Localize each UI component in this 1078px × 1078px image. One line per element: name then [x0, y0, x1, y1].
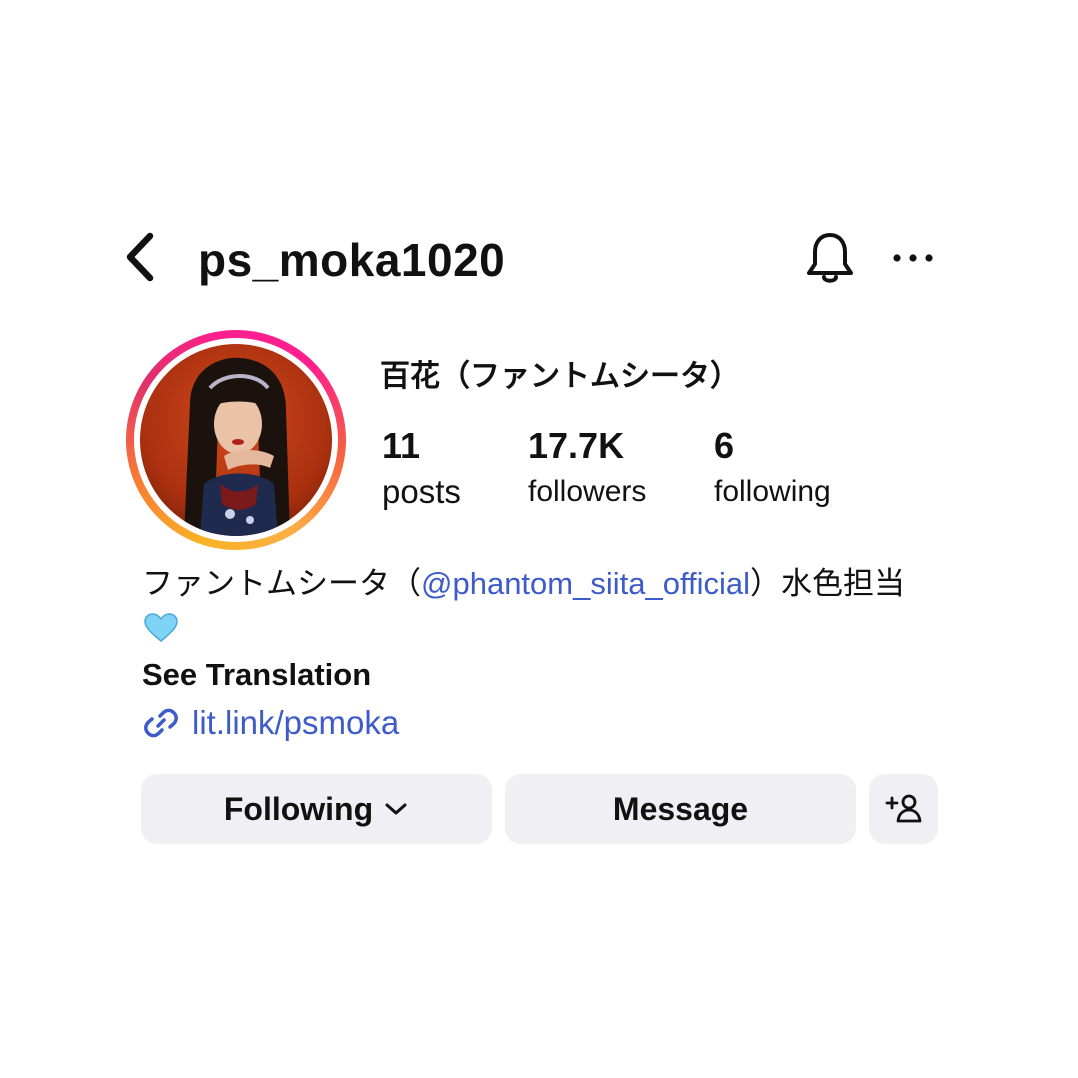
posts-count[interactable]: 11: [382, 426, 420, 466]
chevron-down-icon: [385, 803, 407, 815]
back-button[interactable]: [118, 228, 164, 288]
chevron-left-icon: [126, 232, 154, 282]
following-button[interactable]: Following: [141, 774, 492, 844]
link-text: lit.link/psmoka: [192, 704, 400, 741]
posts-label[interactable]: posts: [382, 474, 461, 510]
profile-username: ps_moka1020: [198, 234, 506, 286]
see-translation-link[interactable]: See Translation: [142, 655, 371, 695]
display-name: 百花（ファントムシータ）: [380, 360, 740, 393]
avatar-story-ring[interactable]: [126, 330, 346, 550]
bio-text-suffix: ）水色担当: [750, 566, 906, 601]
more-options-button[interactable]: [890, 238, 936, 278]
notifications-button[interactable]: [802, 228, 858, 288]
following-count[interactable]: 6: [714, 426, 734, 466]
message-button[interactable]: Message: [505, 774, 856, 844]
bell-icon: [807, 233, 853, 283]
following-label[interactable]: following: [714, 474, 831, 510]
message-button-label: Message: [612, 790, 749, 827]
add-user-icon: [885, 794, 921, 823]
avatar: [140, 344, 332, 536]
followers-label[interactable]: followers: [528, 474, 646, 510]
suggested-users-button[interactable]: [869, 774, 938, 844]
bio-mention-link[interactable]: @phantom_siita_official: [421, 566, 750, 601]
followers-count[interactable]: 17.7K: [528, 426, 624, 466]
bio-text-prefix: ファントムシータ（: [142, 566, 421, 601]
light-blue-heart-icon: [142, 610, 178, 645]
link-icon: [144, 708, 178, 738]
profile-bio: ファントムシータ（@phantom_siita_official）水色担当: [142, 562, 932, 650]
profile-external-link[interactable]: lit.link/psmoka: [142, 702, 399, 744]
more-horizontal-icon: [893, 254, 933, 262]
following-button-label: Following: [223, 790, 374, 827]
